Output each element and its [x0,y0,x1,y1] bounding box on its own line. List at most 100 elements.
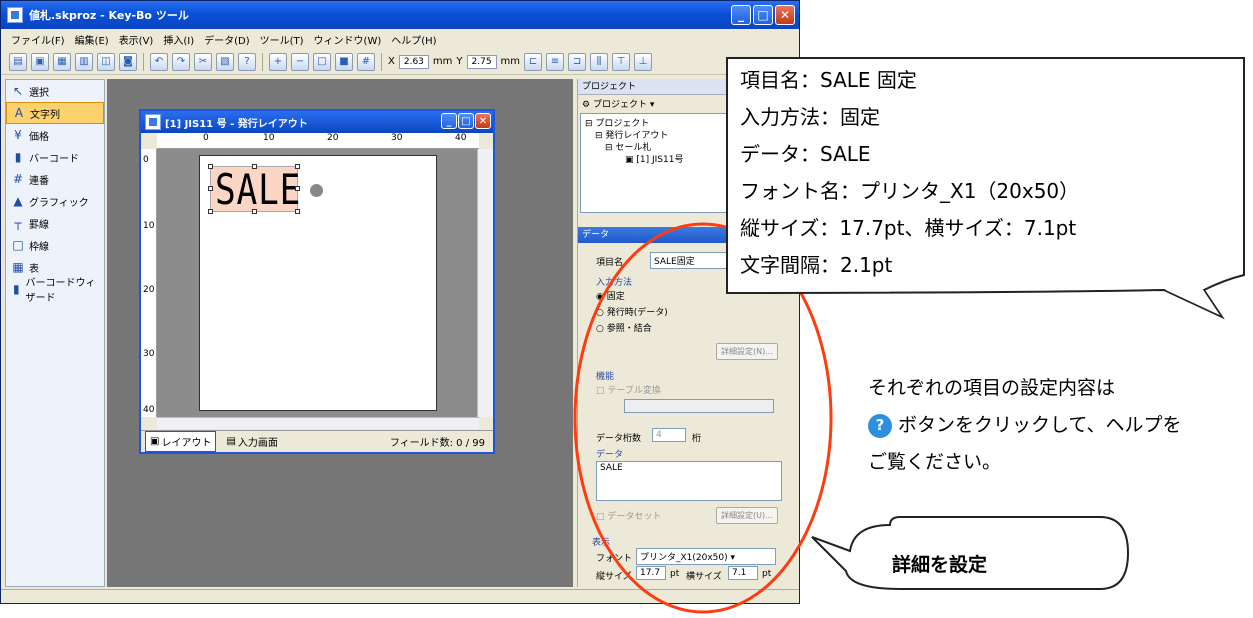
tab-layout-label: レイアウト [161,438,212,449]
table-convert-checkbox[interactable]: □ テーブル変換 [596,383,661,396]
zoom-in-icon[interactable]: + [269,52,287,71]
layout-tabs: ▣ レイアウト ▤ 入力画面 フィールド数: 0 / 99 [141,430,493,452]
tool-label: 文字列 [30,109,60,121]
vertical-size-select[interactable]: 17.7 [636,566,666,580]
resize-handle[interactable] [295,164,300,169]
menu-window[interactable]: ウィンドウ(W) [314,32,382,47]
x-coordinate-field[interactable]: 2.63 [398,54,429,69]
y-label: Y [456,56,463,67]
save-icon[interactable]: ▣ [31,52,49,71]
tool-line[interactable]: ┬ 罫線 [6,212,104,234]
align-top-icon[interactable]: ⊤ [612,52,631,71]
layout-canvas[interactable]: SALE [157,149,479,417]
align-right-icon[interactable]: ⊐ [568,52,587,71]
tool-label: 表 [29,263,39,275]
tool-label: 罫線 [29,219,49,231]
tool-serial[interactable]: # 連番 [6,168,104,190]
tool-label: グラフィック [29,197,89,209]
tool-label: バーコードウィザード [25,278,96,304]
resize-handle[interactable] [252,164,257,169]
tab-input-screen[interactable]: ▤ 入力画面 [222,432,281,451]
menu-view[interactable]: 表示(V) [119,32,154,47]
close-button[interactable]: ✕ [775,5,795,25]
tool-frame[interactable]: □ 枠線 [6,234,104,256]
project-dropdown[interactable]: ⚙ プロジェクト ▾ [582,97,654,110]
copy-layout-icon[interactable]: ▥ [75,52,93,71]
doc-minimize-button[interactable]: _ [441,113,457,129]
digits-stepper[interactable]: 4 [652,428,686,442]
radio-issue-label: 発行時(データ) [606,308,668,318]
dataset-checkbox[interactable]: □ データセット [596,509,661,522]
graphic-icon: ▲ [13,194,23,208]
vertical-scrollbar[interactable] [477,149,493,417]
paste-icon[interactable]: ▧ [216,52,234,71]
minimize-button[interactable]: _ [731,5,751,25]
resize-handle[interactable] [252,209,257,214]
rotation-handle[interactable] [310,184,323,197]
detail-settings-button[interactable]: 詳細設定(N)... [716,343,778,360]
toolbar-separator [143,52,144,71]
print-icon[interactable]: ▦ [53,52,71,71]
resize-handle[interactable] [295,209,300,214]
font-select[interactable]: プリンタ_X1(20x50) ▾ [636,548,776,565]
preview-icon[interactable]: ◫ [97,52,115,71]
sale-text-object[interactable]: SALE [208,164,300,214]
page-icon[interactable]: □ [313,52,331,71]
table-select[interactable] [624,399,774,413]
table-convert-label: テーブル変換 [607,386,661,396]
font-label: フォント [596,554,633,564]
item-name-field[interactable]: SALE固定 [650,252,730,269]
display-group-label: 表示 [592,538,611,548]
tool-barcode-wizard[interactable]: ▮ バーコードウィザード [6,278,104,304]
doc-maximize-button[interactable]: □ [458,113,474,129]
radio-reference[interactable]: ○ 参照・結合 [596,321,652,334]
menu-insert[interactable]: 挿入(I) [163,32,194,47]
ruler-tick-label: 20 [327,133,339,143]
y-coordinate-field[interactable]: 2.75 [466,54,497,69]
data-textarea[interactable]: SALE [596,461,782,501]
radio-fixed[interactable]: ◉ 固定 [596,289,625,302]
tool-graphic[interactable]: ▲ グラフィック [6,190,104,212]
align-center-icon[interactable]: ≡ [546,52,565,71]
redo-icon[interactable]: ↷ [172,52,190,71]
tree-label: [1] JIS11号 [636,155,684,165]
grid-icon[interactable]: # [357,52,375,71]
tab-layout[interactable]: ▣ レイアウト [145,431,217,452]
price-icon: ¥ [14,128,22,142]
sd-icon[interactable]: ◙ [119,52,137,71]
radio-ref-label: 参照・結合 [606,324,652,334]
zoom-out-icon[interactable]: − [291,52,309,71]
tool-barcode[interactable]: ▮ バーコード [6,146,104,168]
menu-file[interactable]: ファイル(F) [11,32,65,47]
note-line-1: それぞれの項目の設定内容は [868,377,1116,399]
align-bottom-icon[interactable]: ⊥ [634,52,653,71]
resize-handle[interactable] [295,186,300,191]
resize-handle[interactable] [208,209,213,214]
menu-tools[interactable]: ツール(T) [260,32,304,47]
resize-handle[interactable] [208,186,213,191]
app-window: 値札.skproz - Key-Bo ツール _ □ ✕ ファイル(F) 編集(… [0,0,800,604]
label-paper[interactable]: SALE [199,155,437,411]
help-icon[interactable]: ? [238,52,256,71]
menu-help[interactable]: ヘルプ(H) [391,32,436,47]
x-label: X [388,56,395,67]
page-fit-icon[interactable]: ■ [335,52,353,71]
detail-settings-button-2[interactable]: 詳細設定(U)... [716,507,778,524]
cut-icon[interactable]: ✂ [194,52,212,71]
ruler-tick-label: 20 [143,285,155,295]
doc-close-button[interactable]: ✕ [475,113,491,129]
horizontal-size-select[interactable]: 7.1 [728,566,758,580]
undo-icon[interactable]: ↶ [150,52,168,71]
radio-issue-time[interactable]: ○ 発行時(データ) [596,305,668,318]
menu-data[interactable]: データ(D) [204,32,250,47]
horizontal-scrollbar[interactable] [157,417,479,429]
align-left-icon[interactable]: ⊏ [524,52,543,71]
maximize-button[interactable]: □ [753,5,773,25]
menu-edit[interactable]: 編集(E) [75,32,109,47]
resize-handle[interactable] [208,164,213,169]
tool-select[interactable]: ↖ 選択 [6,80,104,102]
new-icon[interactable]: ▤ [9,52,27,71]
distribute-icon[interactable]: ⫼ [590,52,609,71]
tool-price[interactable]: ¥ 価格 [6,124,104,146]
tool-text[interactable]: A 文字列 [6,102,104,124]
